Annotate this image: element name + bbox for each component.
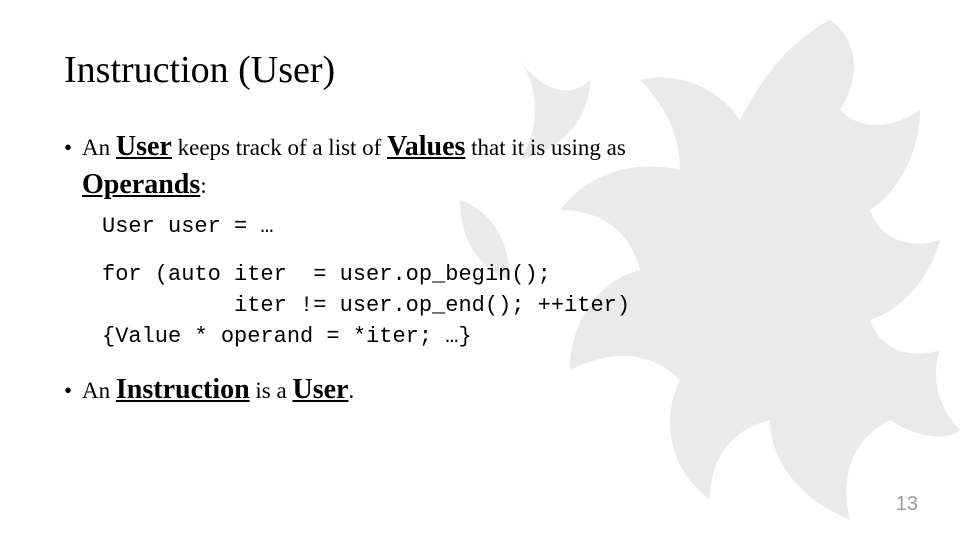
code-block-loop: for (auto iter = user.op_begin(); iter !… <box>102 260 896 352</box>
bullet-2: •An Instruction is a User. <box>64 371 896 409</box>
bullet-dot-icon: • <box>64 132 82 163</box>
term-values: Values <box>387 131 465 162</box>
code-line-1: User user = … <box>102 212 896 243</box>
page-number: 13 <box>896 493 918 516</box>
bullet-dot-icon: • <box>64 375 82 406</box>
text: An <box>82 135 116 160</box>
term-user-2: User <box>292 374 348 405</box>
text: . <box>348 378 354 403</box>
bullet-list: •An User keeps track of a list of Values… <box>64 128 896 409</box>
slide: Instruction (User) •An User keeps track … <box>0 0 960 540</box>
slide-title: Instruction (User) <box>64 48 896 92</box>
text: : <box>200 173 206 198</box>
term-instruction: Instruction <box>116 374 250 405</box>
term-user: User <box>116 131 172 162</box>
text: that it is using as <box>465 135 625 160</box>
text: An <box>82 378 116 403</box>
bullet-1: •An User keeps track of a list of Values… <box>64 128 896 204</box>
text: is a <box>250 378 293 403</box>
term-operands: Operands <box>82 169 200 200</box>
text: keeps track of a list of <box>172 135 387 160</box>
